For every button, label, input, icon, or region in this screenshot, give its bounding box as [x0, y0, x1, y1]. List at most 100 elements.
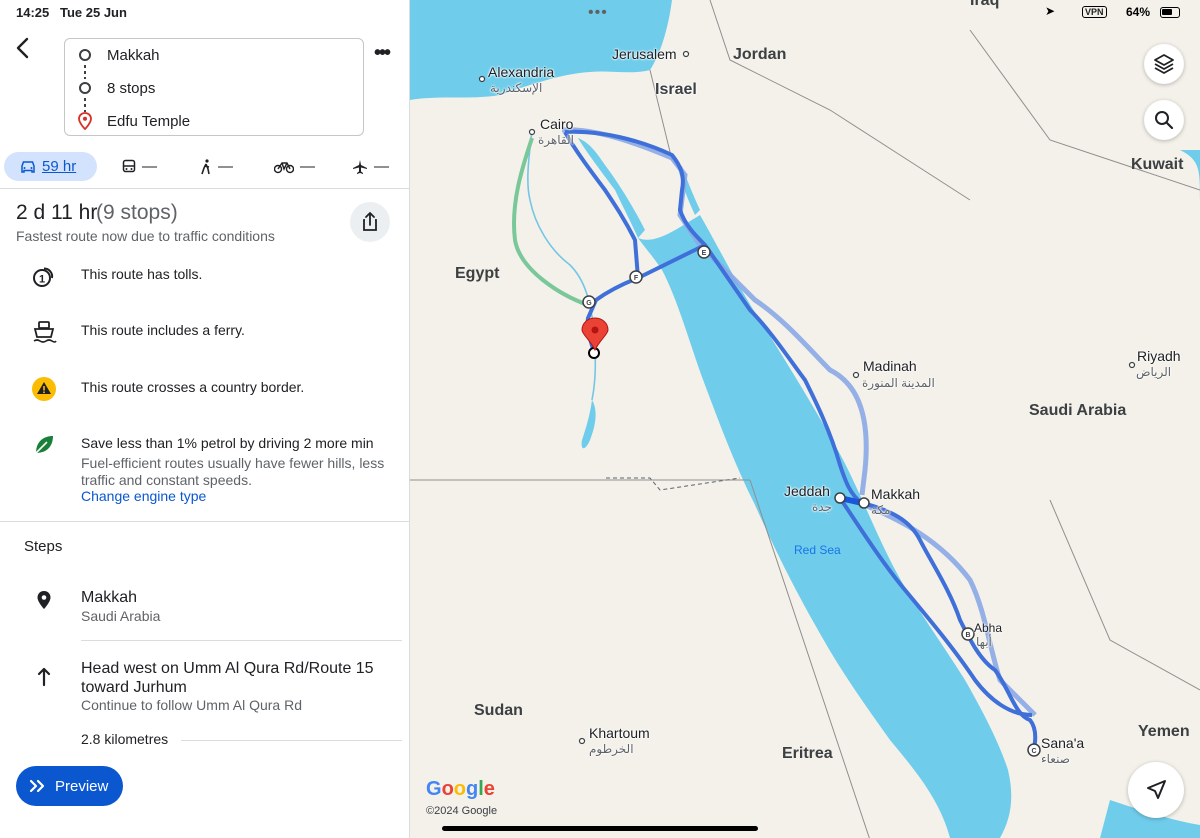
share-button[interactable] — [350, 202, 390, 242]
battery-fill — [1162, 9, 1172, 15]
navigation-arrow-icon — [1147, 780, 1166, 799]
label-khartoum-ar: الخرطوم — [589, 742, 634, 756]
flight-icon — [353, 159, 367, 174]
battery-text: 64% — [1126, 5, 1151, 19]
destination-pin-icon — [78, 112, 92, 130]
divider — [181, 740, 402, 741]
preview-button[interactable]: Preview — [16, 766, 123, 806]
label-iraq: Iraq — [970, 0, 1000, 9]
double-chevron-icon — [29, 779, 45, 793]
dots-connector — [84, 65, 86, 79]
step-title: Head west on Umm Al Qura Rd/Route 15 tow… — [81, 660, 374, 696]
label-alexandria-ar: الإسكندرية — [490, 81, 543, 95]
tab-walking[interactable]: — — [200, 152, 233, 181]
tab-cycling[interactable]: — — [274, 152, 315, 181]
route-duration: 2 d 11 hr — [16, 201, 98, 224]
label-red-sea: Red Sea — [794, 543, 841, 557]
svg-text:F: F — [634, 275, 639, 282]
location-pin-icon — [37, 591, 51, 609]
notice-text: This route has tolls. — [81, 266, 203, 282]
label-jeddah-ar: جدة — [812, 500, 833, 514]
google-logo: Google — [426, 778, 495, 800]
maps-app: 14:25 Tue 25 Jun Makkah 8 stops Edfu Tem… — [0, 0, 1200, 838]
tab-driving[interactable]: 59 hr — [4, 152, 97, 181]
status-location-arrow-icon: ➤ — [1045, 4, 1056, 18]
divider — [81, 640, 402, 641]
label-yemen: Yemen — [1138, 723, 1190, 740]
label-sanaa: Sana'a — [1041, 735, 1085, 751]
search-button[interactable] — [1144, 100, 1184, 140]
tab-flights[interactable]: — — [352, 152, 389, 181]
search-icon — [1155, 111, 1174, 130]
label-riyadh: Riyadh — [1137, 348, 1181, 364]
start-navigation-button[interactable] — [1128, 762, 1184, 818]
steps-heading: Steps — [24, 538, 63, 555]
vpn-badge: VPN — [1082, 6, 1107, 18]
route-waypoints: Makkah 8 stops Edfu Temple — [64, 38, 364, 136]
destination-field[interactable]: Edfu Temple — [107, 113, 190, 130]
route-stops-count: (9 stops) — [96, 201, 178, 224]
battery-icon — [1160, 7, 1180, 18]
map-view[interactable]: E F G B C ➤ VPN 64% ••• Iraq Alexandria … — [410, 0, 1200, 838]
svg-text:E: E — [702, 250, 707, 257]
nile-river — [527, 129, 597, 401]
label-eritrea: Eritrea — [782, 745, 833, 762]
stops-field[interactable]: 8 stops — [107, 80, 155, 97]
car-icon — [21, 160, 35, 173]
label-makkah: Makkah — [871, 486, 921, 502]
step-distance: 2.8 kilometres — [81, 731, 169, 747]
transit-time: — — [142, 158, 157, 175]
preview-label: Preview — [55, 777, 109, 795]
notice-text: This route includes a ferry. — [81, 322, 245, 338]
label-jeddah: Jeddah — [784, 483, 830, 499]
ferry-icon — [33, 321, 57, 343]
label-alexandria: Alexandria — [488, 64, 555, 80]
label-khartoum: Khartoum — [589, 725, 650, 741]
label-kuwait: Kuwait — [1131, 156, 1184, 173]
home-indicator — [442, 826, 758, 831]
directions-panel: 14:25 Tue 25 Jun Makkah 8 stops Edfu Tem… — [0, 0, 410, 838]
label-abha: Abha — [974, 621, 1003, 635]
dots-connector — [84, 98, 86, 112]
more-options-icon[interactable]: ••• — [374, 42, 391, 65]
status-time: 14:25 — [16, 5, 50, 20]
step-subtitle: Saudi Arabia — [81, 608, 161, 624]
label-saudi-arabia: Saudi Arabia — [1029, 402, 1127, 419]
change-engine-link[interactable]: Change engine type — [81, 488, 206, 504]
label-madinah-ar: المدينة المنورة — [862, 376, 935, 390]
label-riyadh-ar: الرياض — [1136, 365, 1172, 379]
tab-transit[interactable]: — — [122, 152, 157, 181]
svg-text:G: G — [586, 300, 592, 307]
label-egypt: Egypt — [455, 265, 500, 282]
stops-circle-icon — [79, 82, 91, 94]
svg-text:1: 1 — [39, 274, 45, 286]
share-icon — [363, 212, 377, 231]
origin-field[interactable]: Makkah — [107, 47, 160, 64]
travel-mode-tabs: 59 hr — — — — — [0, 150, 409, 184]
label-cairo-ar: القاهرة — [538, 133, 574, 147]
cycling-time: — — [300, 158, 315, 175]
divider — [0, 521, 409, 522]
route-note: Fastest route now due to traffic conditi… — [16, 228, 275, 244]
notice-text: This route crosses a country border. — [81, 379, 305, 395]
divider — [0, 188, 409, 189]
driving-time: 59 hr — [42, 158, 77, 175]
label-abha-ar: أبها — [976, 635, 992, 649]
lake-nasser — [581, 400, 596, 449]
step-subtitle: Continue to follow Umm Al Qura Rd — [81, 697, 302, 713]
transit-icon — [122, 159, 136, 172]
toll-icon: 1 — [33, 267, 54, 287]
label-sudan: Sudan — [474, 702, 523, 719]
walking-time: — — [218, 158, 233, 175]
walk-icon — [201, 158, 210, 174]
back-button[interactable] — [12, 36, 34, 60]
label-madinah: Madinah — [863, 358, 917, 374]
warning-icon — [32, 377, 56, 401]
layers-icon — [1154, 54, 1174, 74]
leaf-icon — [35, 436, 53, 454]
multitask-dots-icon[interactable]: ••• — [588, 4, 608, 22]
layers-button[interactable] — [1144, 44, 1184, 84]
label-sanaa-ar: صنعاء — [1041, 752, 1070, 766]
destination-map-pin — [581, 317, 609, 352]
step-title: Makkah — [81, 589, 138, 606]
